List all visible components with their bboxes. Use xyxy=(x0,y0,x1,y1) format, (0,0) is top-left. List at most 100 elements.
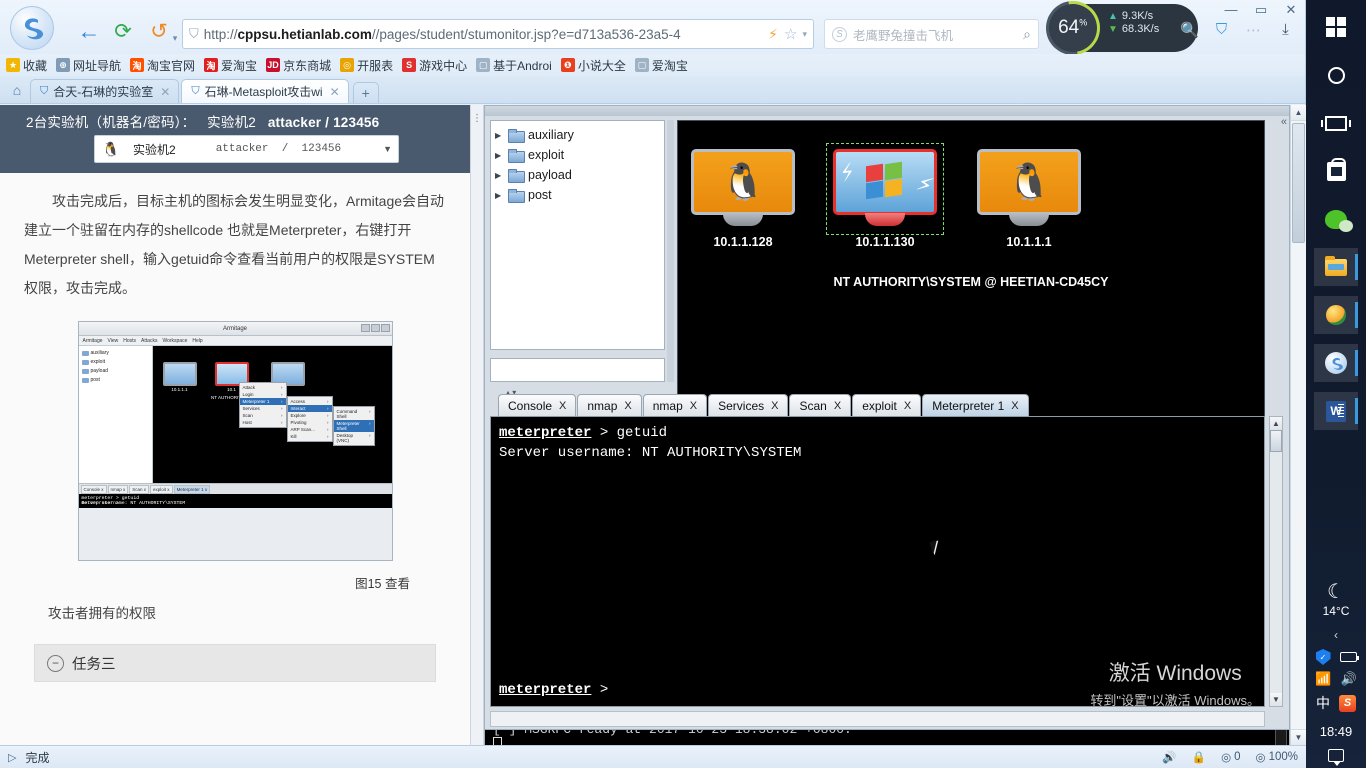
volume-icon[interactable]: 🔊 xyxy=(1341,671,1357,687)
maximize-button[interactable]: ▭ xyxy=(1253,2,1269,18)
search-input[interactable]: 老鹰野兔撞击飞机 xyxy=(853,25,1023,44)
bookmark-item[interactable]: ◎ 开服表 xyxy=(340,57,393,74)
scroll-thumb[interactable] xyxy=(1270,430,1282,452)
bookmark-item[interactable]: ❶ 小说大全 xyxy=(560,57,626,74)
expand-arrow-icon[interactable]: ▶ xyxy=(495,131,503,140)
wifi-icon[interactable]: 📶 xyxy=(1315,671,1331,687)
module-tree-row[interactable]: ▶ payload xyxy=(495,165,664,185)
file-explorer-button[interactable] xyxy=(1314,248,1358,286)
weather-widget[interactable]: ☾ 14°C xyxy=(1323,582,1350,618)
notification-icon[interactable] xyxy=(1328,749,1344,766)
expand-arrow-icon[interactable]: ▶ xyxy=(495,171,503,180)
address-bar[interactable]: ⛉ http://cppsu.hetianlab.com//pages/stud… xyxy=(182,19,814,49)
tray-expand-chevron-icon[interactable]: ‹ xyxy=(1334,628,1338,642)
reload-button[interactable]: ⟳ xyxy=(110,18,136,44)
tab-close-icon[interactable]: ✕ xyxy=(330,85,340,99)
task-section-header[interactable]: − 任务三 xyxy=(34,644,436,682)
panel-splitter[interactable]: ⋮ xyxy=(470,105,484,745)
collapse-left-icon[interactable]: ◀ xyxy=(485,116,489,132)
status-sound-icon[interactable]: 🔊 xyxy=(1162,750,1176,764)
page-vertical-scrollbar[interactable]: ▲ ▼ xyxy=(1290,105,1306,745)
lightning-icon[interactable]: ⚡ xyxy=(768,26,778,43)
status-lock-icon[interactable]: 🔒 xyxy=(1192,750,1206,764)
lesson-figure-armitage[interactable]: Armitage Armitage View Hosts Attacks Workspa… xyxy=(77,321,393,561)
word-button[interactable]: W xyxy=(1314,392,1358,430)
undo-dropdown-caret-icon[interactable]: ▾ xyxy=(170,25,180,51)
armitage-tab-close-icon[interactable]: X xyxy=(1011,400,1018,412)
task-view-button[interactable] xyxy=(1314,104,1358,142)
armitage-tab[interactable]: nmap X xyxy=(642,394,708,416)
bookmark-item[interactable]: JD 京东商城 xyxy=(266,57,331,74)
armitage-tab-close-icon[interactable]: X xyxy=(559,400,566,412)
ime-mode-indicator[interactable]: 中 xyxy=(1316,693,1330,713)
sogou-explorer-button[interactable] xyxy=(1314,344,1358,382)
tab-close-icon[interactable]: ✕ xyxy=(160,85,170,99)
battery-icon[interactable] xyxy=(1339,652,1359,662)
armitage-tab-close-icon[interactable]: X xyxy=(771,400,778,412)
bookmark-item[interactable]: 淘爱淘宝 xyxy=(204,57,257,74)
bookmark-item[interactable]: ▢ 爱淘宝 xyxy=(634,57,688,74)
browser-globe-button[interactable] xyxy=(1314,296,1358,334)
armitage-tab[interactable]: nmap X xyxy=(577,394,642,416)
close-button[interactable]: ✕ xyxy=(1283,2,1299,18)
bookmark-item[interactable]: 淘淘宝官网 xyxy=(130,57,195,74)
armitage-tab-close-icon[interactable]: X xyxy=(690,400,697,412)
search-box[interactable]: S 老鹰野兔撞击飞机 ⌕ xyxy=(824,19,1039,49)
download-icon[interactable]: ⤓ xyxy=(1276,20,1295,39)
armitage-module-search-input[interactable] xyxy=(490,358,665,382)
console-vertical-scrollbar[interactable]: ▲ ▼ xyxy=(1269,416,1283,707)
armitage-tab[interactable]: Scan X xyxy=(789,394,852,416)
meterpreter-console[interactable]: meterpreter > getuid Server username: NT… xyxy=(490,416,1265,707)
cortana-button[interactable] xyxy=(1314,56,1358,94)
host-node[interactable]: 🐧 10.1.1.1 xyxy=(970,149,1088,249)
page-scroll-up-icon[interactable]: ▲ xyxy=(1291,105,1306,121)
status-expand-icon[interactable]: ▷ xyxy=(8,751,16,764)
collapse-icon[interactable]: − xyxy=(47,654,64,672)
bookmark-item[interactable]: S 游戏中心 xyxy=(402,57,467,74)
network-speed-meter[interactable]: 64% ▲ 9.3K/s ▼ 68.3K/s xyxy=(1035,0,1198,66)
host-node-selected[interactable]: ⚡ ⚡ 10.1.1.130 xyxy=(826,143,944,249)
shield-icon[interactable]: ✓ xyxy=(1315,649,1331,665)
bookmark-item[interactable]: ⊕ 网址导航 xyxy=(56,57,121,74)
armitage-tab[interactable]: Console X xyxy=(498,394,577,416)
home-icon[interactable]: ⌂ xyxy=(4,77,30,103)
module-tree-row[interactable]: ▶ auxiliary xyxy=(495,125,664,145)
armitage-tab-close-icon[interactable]: X xyxy=(904,400,911,412)
page-scroll-thumb[interactable] xyxy=(1292,123,1305,243)
page-scroll-down-icon[interactable]: ▼ xyxy=(1291,729,1306,745)
start-button[interactable] xyxy=(1314,8,1358,46)
status-block-counter[interactable]: ◎ 0 xyxy=(1221,750,1240,764)
armitage-tab[interactable]: Meterpreter 1 X xyxy=(922,394,1029,416)
browser-tab[interactable]: ⛉ 石琳-Metasploit攻击wi ✕ xyxy=(181,79,349,103)
expand-arrow-icon[interactable]: ▶ xyxy=(495,191,503,200)
collapse-right-icon[interactable]: « xyxy=(1281,116,1287,128)
undo-button[interactable]: ↺ xyxy=(146,18,172,44)
search-icon[interactable]: ⌕ xyxy=(1023,26,1031,43)
armitage-tab[interactable]: exploit X xyxy=(852,394,922,416)
chevron-down-icon[interactable]: ▼ xyxy=(383,144,392,154)
machine-selector-dropdown[interactable]: 🐧 实验机2 attacker / 123456 ▼ xyxy=(94,135,399,163)
minimize-button[interactable]: — xyxy=(1223,2,1239,18)
microsoft-store-button[interactable] xyxy=(1314,152,1358,190)
figure-view-link[interactable]: 查看 xyxy=(385,577,410,591)
scroll-up-icon[interactable]: ▲ xyxy=(1270,417,1282,430)
screenshot-icon[interactable]: 🔍 xyxy=(1180,20,1199,39)
wechat-button[interactable] xyxy=(1314,200,1358,238)
armitage-tab-close-icon[interactable]: X xyxy=(624,400,631,412)
new-tab-button[interactable]: + xyxy=(352,82,379,103)
status-zoom-level[interactable]: ◎ 100% xyxy=(1256,750,1298,764)
armitage-tab-close-icon[interactable]: X xyxy=(834,400,841,412)
address-dropdown-caret-icon[interactable]: ▾ xyxy=(802,29,807,40)
armitage-vertical-splitter[interactable] xyxy=(667,120,674,382)
security-shield-icon[interactable]: ⛉ xyxy=(1212,20,1231,39)
sogou-ime-icon[interactable]: S xyxy=(1339,694,1356,712)
browser-tab[interactable]: ⛉ 合天-石琳的实验室 ✕ xyxy=(30,79,180,103)
armitage-module-tree[interactable]: ▶ auxiliary ▶ exploit ▶ payload ▶ post xyxy=(490,120,665,350)
bookmark-item[interactable]: ▢ 基于Androi xyxy=(476,57,552,74)
module-tree-row[interactable]: ▶ post xyxy=(495,185,664,205)
more-menu-icon[interactable]: ⋯ xyxy=(1244,20,1263,39)
armitage-bottom-scrollbar[interactable] xyxy=(490,711,1265,727)
armitage-tab[interactable]: Services X xyxy=(708,394,789,416)
module-tree-row[interactable]: ▶ exploit xyxy=(495,145,664,165)
armitage-top-splitter[interactable] xyxy=(485,106,1289,116)
